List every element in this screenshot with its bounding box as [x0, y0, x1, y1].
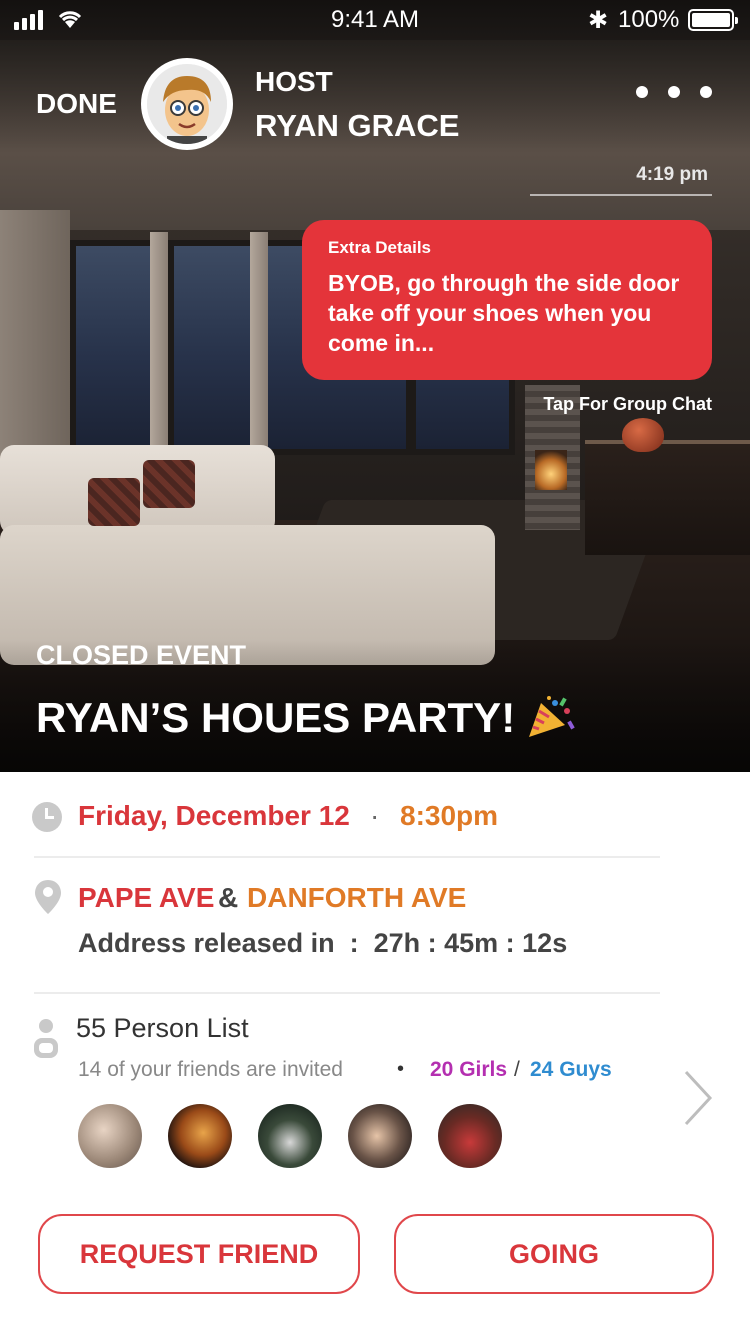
- bluetooth-icon: ✱: [588, 7, 609, 34]
- chevron-right-icon[interactable]: [680, 1068, 720, 1128]
- gender-separator: /: [514, 1058, 520, 1081]
- event-status: CLOSED EVENT: [36, 640, 247, 670]
- group-chat-link[interactable]: Tap For Group Chat: [480, 394, 712, 415]
- friends-invited: 14 of your friends are invited: [78, 1058, 343, 1081]
- host-avatar[interactable]: [141, 58, 233, 150]
- bullet-separator: •: [397, 1058, 405, 1080]
- event-title: RYAN’S HOUES PARTY!: [36, 694, 516, 741]
- friend-avatar[interactable]: [78, 1104, 142, 1168]
- event-title-row: RYAN’S HOUES PARTY!: [36, 694, 575, 742]
- divider: [34, 992, 660, 994]
- message-time: 4:19 pm: [636, 164, 708, 185]
- extra-details-title: Extra Details: [328, 238, 431, 257]
- host-label: HOST: [255, 66, 333, 97]
- person-list-title[interactable]: 55 Person List: [76, 1013, 249, 1044]
- bitmoji-avatar-image: [147, 64, 227, 144]
- girls-count: 20 Girls: [430, 1058, 508, 1081]
- event-time: 8:30pm: [400, 800, 499, 831]
- more-icon[interactable]: [636, 86, 712, 98]
- divider: [34, 856, 660, 858]
- divider: [530, 194, 712, 196]
- person-icon: [34, 1019, 58, 1058]
- friend-avatar[interactable]: [438, 1104, 502, 1168]
- host-name[interactable]: RYAN GRACE: [255, 108, 459, 144]
- party-popper-icon: [529, 696, 575, 737]
- going-button[interactable]: GOING: [394, 1214, 714, 1294]
- cross-street-1: PAPE AVE: [78, 882, 215, 913]
- friend-avatars: [78, 1104, 502, 1168]
- extra-details-bubble[interactable]: Extra Details BYOB, go through the side …: [302, 220, 712, 380]
- cross-street-2: DANFORTH AVE: [247, 882, 467, 913]
- done-button[interactable]: DONE: [36, 88, 117, 120]
- address-release-countdown: Address released in : 27h : 45m : 12s: [78, 928, 568, 958]
- battery-icon: [688, 9, 738, 31]
- event-screen: 9:41 AM ✱ 100% DONE HOST RYAN GRACE 4:19…: [0, 0, 750, 1334]
- location-pin-icon: [35, 880, 61, 914]
- friend-avatar[interactable]: [168, 1104, 232, 1168]
- request-friend-button[interactable]: REQUEST FRIEND: [38, 1214, 360, 1294]
- street-joiner: &: [218, 882, 239, 913]
- event-date: Friday, December 12: [78, 800, 350, 831]
- friend-avatar[interactable]: [348, 1104, 412, 1168]
- guys-count: 24 Guys: [530, 1058, 612, 1081]
- battery-percent: 100%: [618, 6, 680, 33]
- status-bar: 9:41 AM ✱ 100%: [0, 0, 750, 40]
- extra-details-body: BYOB, go through the side door take off …: [328, 270, 680, 356]
- clock-icon: [32, 802, 62, 832]
- friend-avatar[interactable]: [258, 1104, 322, 1168]
- date-time-separator: ·: [370, 800, 380, 831]
